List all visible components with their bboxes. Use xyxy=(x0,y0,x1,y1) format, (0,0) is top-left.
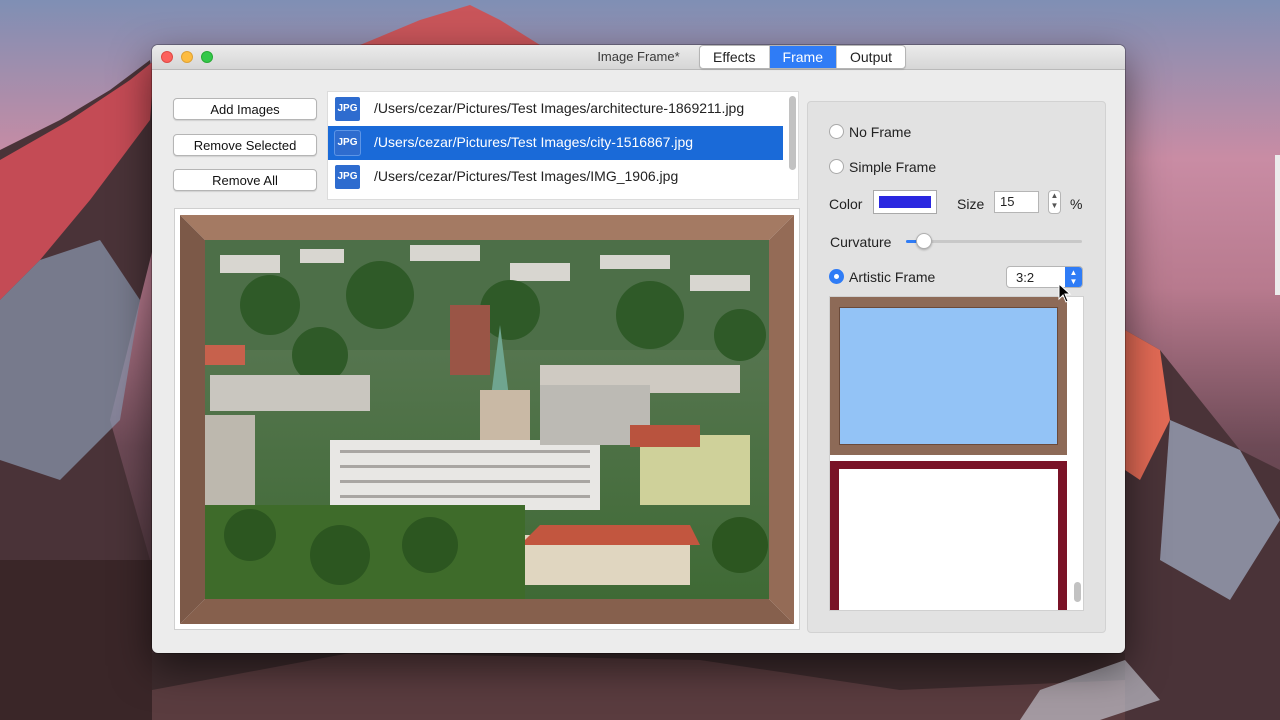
add-images-button[interactable]: Add Images xyxy=(173,98,317,120)
frame-color-well[interactable] xyxy=(873,190,937,214)
remove-selected-button[interactable]: Remove Selected xyxy=(173,134,317,156)
file-path: /Users/cezar/Pictures/Test Images/archit… xyxy=(374,100,745,116)
tab-effects[interactable]: Effects xyxy=(700,46,770,68)
file-list[interactable]: JPG /Users/cezar/Pictures/Test Images/ar… xyxy=(327,91,799,200)
size-label: Size xyxy=(957,196,985,212)
jpg-file-icon: JPG xyxy=(335,97,360,121)
file-list-item[interactable]: JPG /Users/cezar/Pictures/Test Images/IM… xyxy=(328,160,783,194)
size-stepper[interactable]: ▲ ▼ xyxy=(1048,190,1061,214)
file-list-item[interactable]: JPG /Users/cezar/Pictures/Test Images/ar… xyxy=(328,92,783,126)
mouse-pointer-icon xyxy=(1058,283,1072,303)
simple-frame-label: Simple Frame xyxy=(849,159,937,175)
frame-style-gallery[interactable] xyxy=(829,296,1084,611)
size-unit-label: % xyxy=(1070,196,1083,212)
file-list-item-selected[interactable]: JPG /Users/cezar/Pictures/Test Images/ci… xyxy=(328,126,783,160)
artistic-frame-radio[interactable] xyxy=(829,269,844,284)
thumbnail-canvas xyxy=(839,469,1058,610)
jpg-file-icon: JPG xyxy=(335,165,360,189)
size-input[interactable]: 15 xyxy=(994,191,1039,213)
framed-photo-preview xyxy=(180,215,794,624)
jpg-file-icon: JPG xyxy=(335,131,360,155)
file-list-scrollbar[interactable] xyxy=(789,96,796,170)
tab-output[interactable]: Output xyxy=(837,46,905,68)
gallery-scrollbar[interactable] xyxy=(1074,582,1081,602)
curvature-slider-track[interactable] xyxy=(906,240,1082,243)
color-swatch xyxy=(879,196,931,208)
aspect-ratio-value: 3:2 xyxy=(1016,270,1035,285)
file-path: /Users/cezar/Pictures/Test Images/IMG_19… xyxy=(374,168,679,184)
color-label: Color xyxy=(829,196,863,212)
curvature-label: Curvature xyxy=(830,234,892,250)
frame-thumbnail-wood[interactable] xyxy=(830,297,1067,455)
panel-tab-control[interactable]: Effects Frame Output xyxy=(699,45,907,69)
remove-all-button[interactable]: Remove All xyxy=(173,169,317,191)
thumbnail-canvas xyxy=(839,307,1058,445)
no-frame-radio[interactable] xyxy=(829,124,844,139)
artistic-frame-label: Artistic Frame xyxy=(849,269,936,285)
simple-frame-radio[interactable] xyxy=(829,159,844,174)
image-preview xyxy=(174,208,800,630)
window-title: Image Frame* xyxy=(597,49,680,64)
title-bar: Image Frame* xyxy=(152,45,1125,70)
file-path: /Users/cezar/Pictures/Test Images/city-1… xyxy=(374,134,694,150)
tab-frame[interactable]: Frame xyxy=(769,46,837,68)
no-frame-label: No Frame xyxy=(849,124,912,140)
curvature-slider-knob[interactable] xyxy=(916,233,932,249)
frame-thumbnail-burgundy[interactable] xyxy=(830,461,1067,610)
